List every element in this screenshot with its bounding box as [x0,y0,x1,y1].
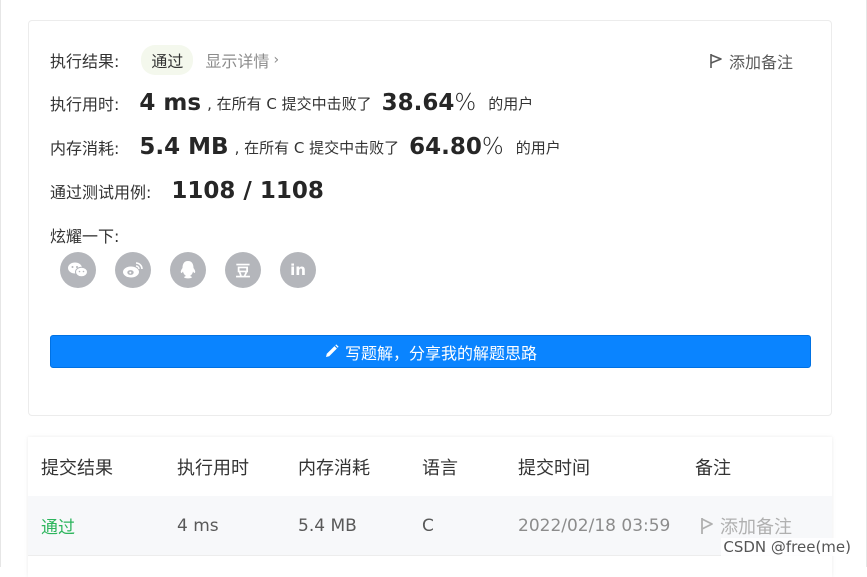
header-status: 提交结果 [41,457,113,479]
row-runtime: 4 ms [177,515,219,536]
memory-percent-sign: % [481,134,504,160]
row-submit-time: 2022/02/18 03:59 [518,515,671,536]
douban-glyph: 豆 [235,261,251,280]
share-label: 炫耀一下: [50,227,120,246]
add-note-label: 添加备注 [728,53,793,72]
runtime-value: 4 ms [139,90,202,116]
watermark: CSDN @free(me) [721,538,853,556]
tests-label: 通过测试用例: [50,183,152,202]
header-memory: 内存消耗 [298,457,370,479]
wechat-icon[interactable] [60,252,96,288]
tests-row: 通过测试用例: 1108 / 1108 [50,178,324,204]
runtime-percent-sign: % [454,90,477,116]
memory-percent: 64.80 [409,134,482,160]
flag-icon [710,54,722,68]
share-icon-group: 豆 in [60,252,316,288]
page-left-border [0,0,1,567]
pencil-icon [325,344,339,357]
share-row: 炫耀一下: [50,223,119,247]
write-solution-button[interactable]: 写题解，分享我的解题思路 [50,335,811,368]
add-note-button[interactable]: 添加备注 [709,49,793,73]
result-row: 执行结果: 通过 显示详情 › [50,45,279,75]
status-badge: 通过 [141,45,194,75]
memory-row: 内存消耗: 5.4 MB , 在所有 C 提交中击败了 64.80 % 的用户 [50,134,561,160]
header-submit-time: 提交时间 [518,457,590,479]
memory-value: 5.4 MB [139,134,229,160]
memory-label: 内存消耗: [50,139,120,158]
header-runtime: 执行用时 [177,457,249,479]
row-add-note-label: 添加备注 [720,516,792,538]
row-language: C [422,515,434,536]
runtime-label: 执行用时: [50,95,120,114]
chevron-right-icon: › [273,52,280,68]
runtime-suffix: 的用户 [488,94,534,113]
linkedin-icon[interactable]: in [280,252,316,288]
row-status-link[interactable]: 通过 [41,496,75,555]
runtime-percent: 38.64 [381,90,455,116]
memory-beat-text: , 在所有 C 提交中击败了 [234,138,400,157]
weibo-icon[interactable] [115,252,151,288]
submission-table: 提交结果 执行用时 内存消耗 语言 提交时间 备注 通过 4 ms 5.4 MB… [28,437,832,577]
header-language: 语言 [422,457,458,479]
result-card: 执行结果: 通过 显示详情 › 添加备注 执行用时: 4 ms , 在所有 C … [28,20,832,416]
qq-icon[interactable] [170,252,206,288]
memory-suffix: 的用户 [515,138,561,157]
row-memory: 5.4 MB [298,515,357,536]
linkedin-glyph: in [290,261,306,279]
show-details-link[interactable]: 显示详情 › [205,48,279,72]
table-row[interactable]: 通过 4 ms 5.4 MB C 2022/02/18 03:59 添加备注 [28,496,832,556]
tests-value: 1108 / 1108 [171,178,324,204]
header-note: 备注 [695,457,731,479]
douban-icon[interactable]: 豆 [225,252,261,288]
runtime-row: 执行用时: 4 ms , 在所有 C 提交中击败了 38.64 % 的用户 [50,90,533,116]
runtime-beat-text: , 在所有 C 提交中击败了 [207,94,372,113]
flag-icon [701,517,713,534]
table-header: 提交结果 执行用时 内存消耗 语言 提交时间 备注 [28,437,832,497]
write-solution-label: 写题解，分享我的解题思路 [344,343,537,363]
result-label: 执行结果: [50,52,120,71]
show-details-label: 显示详情 [205,52,270,71]
